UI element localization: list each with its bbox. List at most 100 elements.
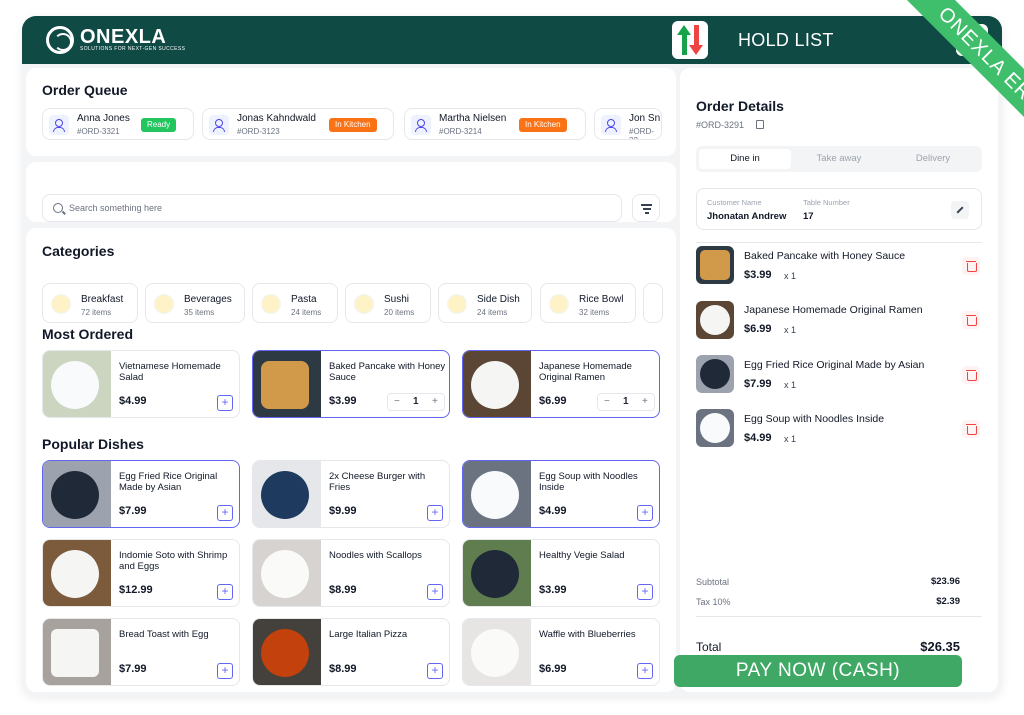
menu-card[interactable]: Noodles with Scallops $8.99 + [252, 539, 450, 607]
search-input[interactable]: Search something here [42, 194, 622, 222]
breakfast-icon [51, 294, 71, 314]
cart-item-qty: x 1 [784, 271, 797, 281]
category-rice-bowl[interactable]: Rice Bowl 32 items [540, 283, 636, 323]
food-image [253, 540, 321, 606]
add-button[interactable]: + [427, 584, 443, 600]
tab-take-away[interactable]: Take away [793, 149, 885, 169]
food-image [43, 461, 111, 527]
top-bar: ONEXLA SOLUTIONS FOR NEXT-GEN SUCCESS HO… [22, 16, 1002, 64]
order-queue-title: Order Queue [42, 82, 128, 98]
divider [696, 242, 982, 243]
trash-icon[interactable] [962, 420, 980, 438]
food-image [43, 540, 111, 606]
food-image [696, 355, 734, 393]
menu-card[interactable]: Egg Soup with Noodles Inside $4.99 + [462, 460, 660, 528]
copy-icon[interactable] [756, 120, 764, 129]
quantity-stepper[interactable]: − 1 + [387, 393, 445, 411]
tax-label: Tax 10% [696, 597, 731, 607]
menu-card[interactable]: Egg Fried Rice Original Made by Asian $7… [42, 460, 240, 528]
subtotal-label: Subtotal [696, 577, 730, 587]
category-side-dish[interactable]: Side Dish 24 items [438, 283, 532, 323]
food-image [696, 246, 734, 284]
increment-button[interactable]: + [432, 396, 438, 407]
customer-info: Customer Name Jhonatan Andrew Table Numb… [696, 188, 982, 230]
add-button[interactable]: + [217, 663, 233, 679]
decrement-button[interactable]: − [394, 396, 400, 407]
add-button[interactable]: + [427, 663, 443, 679]
cart-item-price: $7.99 [744, 378, 772, 390]
logo-mark-icon [46, 26, 74, 54]
divider [696, 616, 982, 617]
side-dish-icon [447, 294, 467, 314]
person-icon [411, 115, 431, 135]
cart-item-qty: x 1 [784, 434, 797, 444]
customer-name: Jhonatan Andrew [707, 211, 787, 222]
food-image [43, 619, 111, 685]
food-image [696, 409, 734, 447]
pay-now-button[interactable]: PAY NOW (CASH) [674, 655, 962, 687]
order-chip[interactable]: Martha Nielsen #ORD-3214 In Kitchen [404, 108, 586, 140]
add-button[interactable]: + [427, 505, 443, 521]
rice-bowl-icon [549, 294, 569, 314]
trash-icon[interactable] [962, 311, 980, 329]
menu-card[interactable]: Large Italian Pizza $8.99 + [252, 618, 450, 686]
search-icon [53, 203, 63, 213]
food-image [253, 351, 321, 417]
person-icon [209, 115, 229, 135]
add-button[interactable]: + [637, 584, 653, 600]
cart-item-qty: x 1 [784, 380, 797, 390]
menu-card[interactable]: Healthy Vegie Salad $3.99 + [462, 539, 660, 607]
hold-list-title: HOLD LIST [738, 30, 834, 50]
tab-delivery[interactable]: Delivery [887, 149, 979, 169]
swap-vertical-icon[interactable] [672, 21, 708, 59]
menu-card[interactable]: Waffle with Blueberries $6.99 + [462, 618, 660, 686]
food-image [463, 351, 531, 417]
order-chip[interactable]: Anna Jones #ORD-3321 Ready [42, 108, 194, 140]
category-sushi[interactable]: Sushi 20 items [345, 283, 431, 323]
add-button[interactable]: + [217, 584, 233, 600]
cart-item-price: $4.99 [744, 432, 772, 444]
add-button[interactable]: + [637, 663, 653, 679]
order-type-tabs: Dine in Take away Delivery [696, 146, 982, 172]
add-button[interactable]: + [637, 505, 653, 521]
food-image [463, 461, 531, 527]
order-chip[interactable]: Jonas Kahndwald #ORD-3123 In Kitchen [202, 108, 394, 140]
edit-icon[interactable] [951, 201, 969, 219]
app-window: ONEXLA SOLUTIONS FOR NEXT-GEN SUCCESS HO… [22, 16, 1002, 696]
add-button[interactable]: + [217, 395, 233, 411]
decrement-button[interactable]: − [604, 396, 610, 407]
table-number: 17 [803, 211, 814, 222]
cart-item-name: Egg Soup with Noodles Inside [744, 413, 885, 425]
trash-icon[interactable] [962, 257, 980, 275]
menu-card[interactable]: Vietnamese Homemade Salad $4.99 + [42, 350, 240, 418]
cart-item-price: $3.99 [744, 269, 772, 281]
person-icon [601, 115, 621, 135]
popular-dishes-title: Popular Dishes [42, 436, 144, 452]
cart-item-qty: x 1 [784, 325, 797, 335]
filter-button[interactable] [632, 194, 660, 222]
brand-name: ONEXLA [80, 26, 167, 48]
category-pasta[interactable]: Pasta 24 items [252, 283, 338, 323]
add-button[interactable]: + [217, 505, 233, 521]
total-label: Total [696, 640, 722, 654]
category-more[interactable] [643, 283, 663, 323]
menu-card[interactable]: Bread Toast with Egg $7.99 + [42, 618, 240, 686]
quantity-stepper[interactable]: − 1 + [597, 393, 655, 411]
increment-button[interactable]: + [642, 396, 648, 407]
menu-card[interactable]: Japanese Homemade Original Ramen $6.99 −… [462, 350, 660, 418]
order-chip[interactable]: Jon Sn #ORD-32 [594, 108, 662, 140]
food-image [463, 540, 531, 606]
tab-dine-in[interactable]: Dine in [699, 149, 791, 169]
sushi-icon [354, 294, 374, 314]
menu-card[interactable]: 2x Cheese Burger with Fries $9.99 + [252, 460, 450, 528]
category-beverages[interactable]: Beverages 35 items [145, 283, 245, 323]
beverages-icon [154, 294, 174, 314]
category-breakfast[interactable]: Breakfast 72 items [42, 283, 138, 323]
status-badge: In Kitchen [519, 118, 567, 132]
menu-card[interactable]: Baked Pancake with Honey Sauce $3.99 − 1… [252, 350, 450, 418]
most-ordered-title: Most Ordered [42, 326, 134, 342]
order-id: #ORD-3291 [696, 120, 745, 130]
menu-card[interactable]: Indomie Soto with Shrimp and Eggs $12.99… [42, 539, 240, 607]
trash-icon[interactable] [962, 366, 980, 384]
status-badge: In Kitchen [329, 118, 377, 132]
